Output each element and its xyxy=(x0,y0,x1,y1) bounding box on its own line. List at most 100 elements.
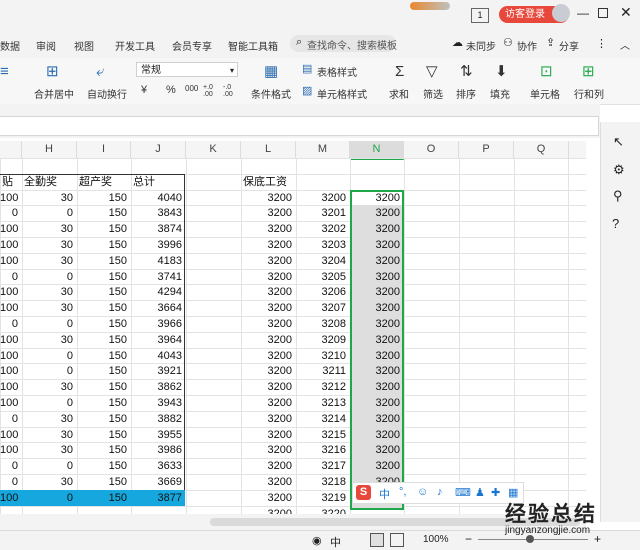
column-k[interactable]: K xyxy=(186,141,241,158)
salary-l-cell[interactable]: 3200 xyxy=(241,285,296,300)
salary-n-cell[interactable]: 3200 xyxy=(350,285,404,300)
column-m[interactable]: M xyxy=(296,141,350,158)
salary-m-cell[interactable]: 3213 xyxy=(296,396,350,411)
table-cell[interactable]: 0 xyxy=(0,459,22,474)
salary-n-cell[interactable]: 3200 xyxy=(350,380,404,395)
cell-icon[interactable]: ⊡ xyxy=(540,64,553,79)
table-header-cell[interactable]: 贴 xyxy=(0,175,22,190)
table-cell[interactable]: 100 xyxy=(0,285,22,300)
table-cell[interactable]: 100 xyxy=(0,238,22,253)
table-cell[interactable]: 30 xyxy=(22,285,77,300)
salary-n-cell[interactable]: 3200 xyxy=(350,254,404,269)
salary-l-cell[interactable]: 3200 xyxy=(241,412,296,427)
table-cell[interactable]: 150 xyxy=(77,396,131,411)
zoom-slider[interactable] xyxy=(478,535,588,543)
ime-punct[interactable]: °, xyxy=(399,486,406,498)
tab-data[interactable]: 数据 xyxy=(0,38,20,53)
salary-n-cell[interactable]: 3200 xyxy=(350,428,404,443)
zoom-thumb[interactable] xyxy=(526,535,534,543)
salary-m-cell[interactable]: 3203 xyxy=(296,238,350,253)
table-cell[interactable]: 150 xyxy=(77,317,131,332)
table-cell[interactable]: 3741 xyxy=(131,270,186,285)
formula-input[interactable] xyxy=(0,116,599,136)
table-cell[interactable]: 3986 xyxy=(131,443,186,458)
page-indicator[interactable]: 1 xyxy=(471,8,489,23)
table-cell[interactable]: 3966 xyxy=(131,317,186,332)
column-l[interactable]: L xyxy=(241,141,296,158)
avatar[interactable] xyxy=(552,4,570,22)
currency-button[interactable]: ¥ xyxy=(141,84,147,96)
salary-n-cell[interactable]: 3200 xyxy=(350,443,404,458)
sync-status[interactable]: 未同步 xyxy=(466,38,496,53)
fill-icon[interactable]: ⬇ xyxy=(495,64,508,79)
cell-style-button[interactable]: 单元格样式 xyxy=(317,86,367,101)
table-cell[interactable]: 150 xyxy=(77,270,131,285)
table-cell[interactable]: 150 xyxy=(77,412,131,427)
table-cell[interactable]: 100 xyxy=(0,380,22,395)
salary-m-cell[interactable]: 3209 xyxy=(296,333,350,348)
sum-icon[interactable]: Σ xyxy=(395,64,404,79)
table-cell[interactable]: 150 xyxy=(77,301,131,316)
salary-l-cell[interactable]: 3200 xyxy=(241,333,296,348)
table-cell[interactable]: 100 xyxy=(0,191,22,206)
filter-icon[interactable]: ▽ xyxy=(426,64,438,79)
view-mode[interactable]: 中 xyxy=(330,534,341,550)
table-cell[interactable]: 150 xyxy=(77,428,131,443)
table-cell[interactable]: 30 xyxy=(22,238,77,253)
table-cell[interactable]: 3877 xyxy=(131,491,186,506)
table-cell[interactable]: 150 xyxy=(77,238,131,253)
merge-center-icon[interactable]: ⊞ xyxy=(46,64,59,79)
table-cell[interactable]: 0 xyxy=(22,396,77,411)
table-cell[interactable]: 3882 xyxy=(131,412,186,427)
tab-member[interactable]: 会员专享 xyxy=(172,38,212,53)
percent-button[interactable]: % xyxy=(166,84,176,96)
auto-wrap-button[interactable]: 自动换行 xyxy=(87,86,127,101)
salary-l-cell[interactable]: 3200 xyxy=(241,301,296,316)
indent-icon[interactable]: ≡ xyxy=(0,64,9,79)
table-cell[interactable]: 0 xyxy=(22,317,77,332)
salary-n-cell[interactable]: 3200 xyxy=(350,412,404,427)
salary-n-cell[interactable]: 3200 xyxy=(350,364,404,379)
column-p[interactable]: P xyxy=(459,141,514,158)
table-cell[interactable]: 100 xyxy=(0,364,22,379)
salary-l-cell[interactable]: 3200 xyxy=(241,238,296,253)
column-g[interactable] xyxy=(0,141,22,158)
column-h[interactable]: H xyxy=(22,141,77,158)
conditional-format-icon[interactable]: ▦ xyxy=(264,64,278,79)
salary-l-cell[interactable]: 3200 xyxy=(241,428,296,443)
table-cell[interactable]: 3843 xyxy=(131,206,186,221)
style-icon[interactable]: ⚲ xyxy=(613,188,623,204)
sheet-grid[interactable]: 贴全勤奖 超产奖 总计 100 30 150 4040 0 0 150 3843 100 30 150 38… xyxy=(0,158,586,535)
table-header-cell[interactable]: 超产奖 xyxy=(77,175,131,190)
table-cell[interactable]: 0 xyxy=(22,270,77,285)
table-cell[interactable]: 0 xyxy=(22,206,77,221)
ime-toolbar[interactable]: S 中 °, ☺ ♪ ⌨ ♟ ✚ ▦ xyxy=(352,482,524,504)
salary-header[interactable]: 保底工资 xyxy=(241,175,321,190)
salary-m-cell[interactable]: 3206 xyxy=(296,285,350,300)
table-header-cell[interactable]: 全勤奖 xyxy=(22,175,77,190)
table-cell[interactable]: 0 xyxy=(22,459,77,474)
table-cell[interactable]: 100 xyxy=(0,222,22,237)
salary-m-cell[interactable]: 3217 xyxy=(296,459,350,474)
collapse-icon[interactable]: ︿ xyxy=(620,37,630,52)
table-cell[interactable]: 150 xyxy=(77,443,131,458)
table-cell[interactable]: 0 xyxy=(0,317,22,332)
salary-l-cell[interactable]: 3200 xyxy=(241,206,296,221)
zoom-level[interactable]: 100% xyxy=(423,534,449,545)
wrap-icon[interactable]: ⤶ xyxy=(96,64,104,79)
table-cell[interactable]: 150 xyxy=(77,364,131,379)
table-cell[interactable]: 150 xyxy=(77,491,131,506)
salary-m-cell[interactable]: 3205 xyxy=(296,270,350,285)
table-cell[interactable]: 30 xyxy=(22,333,77,348)
table-cell[interactable]: 3862 xyxy=(131,380,186,395)
salary-m-cell[interactable]: 3219 xyxy=(296,491,350,506)
salary-m-cell[interactable]: 3204 xyxy=(296,254,350,269)
table-cell[interactable]: 3874 xyxy=(131,222,186,237)
table-cell[interactable]: 100 xyxy=(0,443,22,458)
row-col-button[interactable]: 行和列 xyxy=(574,86,604,101)
table-cell[interactable]: 4040 xyxy=(131,191,186,206)
table-cell[interactable]: 0 xyxy=(22,364,77,379)
salary-m-cell[interactable]: 3218 xyxy=(296,475,350,490)
column-j[interactable]: J xyxy=(131,141,186,158)
table-cell[interactable]: 3669 xyxy=(131,475,186,490)
